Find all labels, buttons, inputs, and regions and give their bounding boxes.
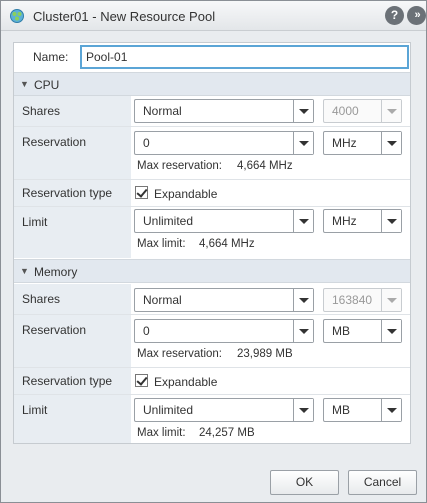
memory-limit-input[interactable]: Unlimited <box>134 398 314 422</box>
cpu-reservation-type-label: Reservation type <box>22 186 113 200</box>
cpu-section-header[interactable]: ▼ CPU <box>14 72 410 96</box>
memory-shares-row: Shares Normal 163840 <box>14 284 410 315</box>
cpu-limit-label: Limit <box>22 215 48 229</box>
memory-expandable-label: Expandable <box>154 375 218 389</box>
resource-pool-icon <box>10 9 24 23</box>
cpu-reservation-input[interactable]: 0 <box>134 131 314 155</box>
chevron-down-icon[interactable] <box>381 320 401 342</box>
memory-limit-label: Limit <box>22 403 48 417</box>
chevron-down-icon[interactable] <box>381 210 401 232</box>
chevron-down-icon[interactable] <box>293 320 313 342</box>
collapse-caret-icon[interactable]: ▼ <box>20 79 29 89</box>
memory-limit-unit-select[interactable]: MB <box>323 398 402 422</box>
memory-max-reservation-value: 23,989 MB <box>237 348 293 360</box>
cpu-shares-number: 4000 <box>323 99 402 123</box>
memory-reservation-input[interactable]: 0 <box>134 319 314 343</box>
chevron-down-icon[interactable] <box>293 399 313 421</box>
cpu-max-reservation-value: 4,664 MHz <box>237 160 293 172</box>
memory-section-header[interactable]: ▼ Memory <box>14 259 410 283</box>
memory-reservation-unit-select[interactable]: MB <box>323 319 402 343</box>
cpu-shares-select[interactable]: Normal <box>134 99 314 123</box>
memory-expandable-checkbox[interactable] <box>135 374 148 387</box>
cpu-expandable-label: Expandable <box>154 187 218 201</box>
expand-icon[interactable]: » <box>407 6 426 25</box>
cancel-button[interactable]: Cancel <box>348 470 417 495</box>
cpu-reservation-row: Reservation 0 MHz Max reservation: 4,664… <box>14 127 410 180</box>
chevron-down-icon[interactable] <box>381 132 401 154</box>
cpu-shares-label: Shares <box>22 104 61 118</box>
chevron-down-icon <box>381 100 401 122</box>
cpu-limit-input[interactable]: Unlimited <box>134 209 314 233</box>
cpu-reservation-label: Reservation <box>22 135 87 149</box>
cpu-reservation-unit-select[interactable]: MHz <box>323 131 402 155</box>
name-row: Name: <box>14 43 410 73</box>
chevron-down-icon[interactable] <box>293 210 313 232</box>
memory-max-limit-value: 24,257 MB <box>199 427 255 439</box>
cpu-reservation-type-row: Reservation type Expandable <box>14 180 410 207</box>
new-resource-pool-dialog: Cluster01 - New Resource Pool ? » Name: … <box>0 0 427 503</box>
memory-shares-select[interactable]: Normal <box>134 288 314 312</box>
memory-reservation-row: Reservation 0 MB Max reservation: 23,989… <box>14 315 410 368</box>
cpu-section-label: CPU <box>34 78 60 92</box>
chevron-down-icon[interactable] <box>293 100 313 122</box>
cpu-max-reservation-label: Max reservation: <box>137 160 223 172</box>
chevron-down-icon[interactable] <box>293 289 313 311</box>
memory-section-label: Memory <box>34 265 78 279</box>
memory-max-limit-label: Max limit: <box>137 427 186 439</box>
cpu-shares-row: Shares Normal 4000 <box>14 96 410 127</box>
name-input[interactable] <box>80 45 409 69</box>
title-bar: Cluster01 - New Resource Pool ? » <box>1 1 426 31</box>
memory-reservation-label: Reservation <box>22 323 87 337</box>
memory-reservation-type-row: Reservation type Expandable <box>14 368 410 395</box>
ok-button[interactable]: OK <box>270 470 339 495</box>
chevron-down-icon[interactable] <box>381 399 401 421</box>
cpu-limit-unit-select[interactable]: MHz <box>323 209 402 233</box>
dialog-title: Cluster01 - New Resource Pool <box>33 9 216 24</box>
form-panel: Name: ▼ CPU Shares Normal 4000 Reservati… <box>13 42 411 444</box>
memory-limit-row: Limit Unlimited MB Max limit: 24,257 MB <box>14 395 410 443</box>
help-icon[interactable]: ? <box>385 6 404 25</box>
cpu-limit-row: Limit Unlimited MHz Max limit: 4,664 MHz <box>14 207 410 258</box>
memory-max-reservation-label: Max reservation: <box>137 348 223 360</box>
collapse-caret-icon[interactable]: ▼ <box>20 266 29 276</box>
memory-shares-label: Shares <box>22 292 61 306</box>
chevron-down-icon <box>381 289 401 311</box>
memory-reservation-type-label: Reservation type <box>22 374 113 388</box>
cpu-max-limit-label: Max limit: <box>137 238 186 250</box>
memory-shares-number: 163840 <box>323 288 402 312</box>
cpu-max-limit-value: 4,664 MHz <box>199 238 255 250</box>
name-label: Name: <box>33 50 69 64</box>
chevron-down-icon[interactable] <box>293 132 313 154</box>
cpu-expandable-checkbox[interactable] <box>135 186 148 199</box>
